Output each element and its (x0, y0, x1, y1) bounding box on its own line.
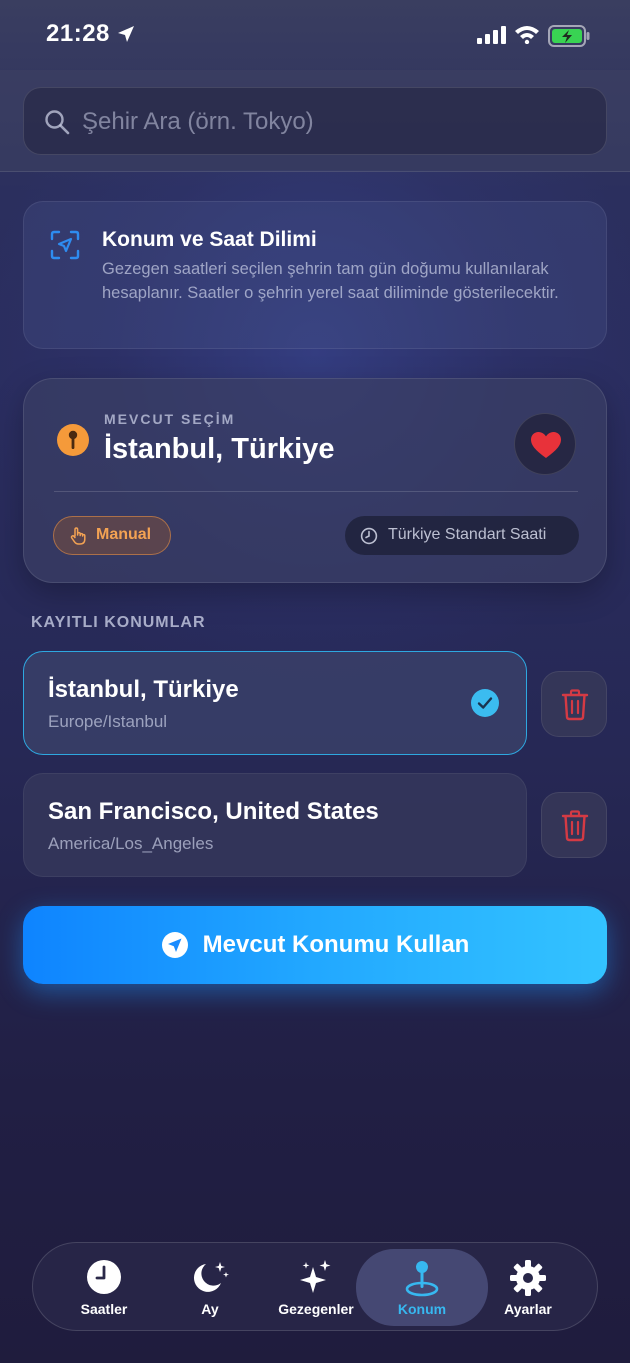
wifi-icon (515, 26, 539, 44)
timezone-badge-label: Türkiye Standart Saati (388, 526, 547, 543)
saved-location-name: İstanbul, Türkiye (48, 676, 239, 703)
use-current-location-button[interactable]: Mevcut Konumu Kullan (23, 906, 607, 984)
delete-location-button[interactable] (541, 671, 607, 737)
trash-icon (561, 810, 589, 842)
search-input[interactable] (82, 102, 582, 142)
saved-location-name: San Francisco, United States (48, 798, 379, 825)
card-divider (54, 491, 578, 492)
saved-locations-title: KAYITLI KONUMLAR (31, 614, 206, 631)
location-arrow-circle-icon (161, 932, 188, 958)
tab-ayarlar[interactable]: Ayarlar (473, 1249, 583, 1326)
delete-location-button[interactable] (541, 792, 607, 858)
tab-gezegenler[interactable]: Gezegenler (261, 1249, 371, 1326)
saved-location-timezone: Europe/Istanbul (48, 712, 168, 731)
status-time: 21:28 (46, 20, 110, 47)
current-city: İstanbul, Türkiye (104, 433, 335, 465)
cellular-signal-icon (477, 26, 506, 44)
search-header (0, 70, 630, 172)
sparkles-icon (300, 1260, 331, 1293)
info-card: Konum ve Saat Dilimi Gezegen saatleri se… (23, 201, 607, 349)
battery-charging-icon (548, 25, 590, 47)
trash-icon (561, 689, 589, 721)
location-pin-icon (405, 1261, 439, 1297)
saved-location-row[interactable]: San Francisco, United States America/Los… (23, 773, 527, 877)
heart-icon (531, 432, 561, 458)
tab-bar: Saatler Ay Gezegenler Konum Ayarlar (32, 1242, 598, 1331)
manual-mode-badge: Manual (53, 516, 171, 555)
saved-location-timezone: America/Los_Angeles (48, 834, 214, 853)
gear-icon (510, 1260, 546, 1296)
saved-location-row[interactable]: İstanbul, Türkiye Europe/Istanbul (23, 651, 527, 755)
hand-pointer-icon (70, 527, 86, 545)
clock-icon (360, 527, 378, 545)
clock-icon (87, 1260, 121, 1294)
location-arrow-icon (118, 26, 134, 42)
info-title: Konum ve Saat Dilimi (102, 228, 317, 251)
timezone-badge: Türkiye Standart Saati (345, 516, 579, 555)
tab-konum[interactable]: Konum (356, 1249, 488, 1326)
current-selection-label: MEVCUT SEÇİM (104, 411, 236, 427)
current-selection-card: MEVCUT SEÇİM İstanbul, Türkiye Manual Tü… (23, 378, 607, 583)
tab-label: Ay (201, 1301, 219, 1317)
search-box[interactable] (23, 87, 607, 155)
tab-label: Saatler (80, 1301, 128, 1317)
checkmark-circle-icon (471, 689, 499, 717)
search-icon (45, 110, 70, 135)
tab-label: Ayarlar (504, 1301, 552, 1317)
use-current-location-label: Mevcut Konumu Kullan (202, 931, 470, 958)
manual-badge-label: Manual (96, 526, 152, 543)
favorite-button[interactable] (514, 413, 576, 475)
location-scan-icon (50, 230, 80, 260)
tab-saatler[interactable]: Saatler (49, 1249, 159, 1326)
tab-label: Konum (397, 1301, 447, 1317)
tab-ay[interactable]: Ay (155, 1249, 265, 1326)
pin-icon (57, 424, 89, 456)
tab-label: Gezegenler (278, 1301, 354, 1317)
moon-stars-icon (193, 1262, 229, 1292)
info-description: Gezegen saatleri seçilen şehrin tam gün … (102, 260, 559, 302)
status-bar: 21:28 (0, 0, 630, 70)
